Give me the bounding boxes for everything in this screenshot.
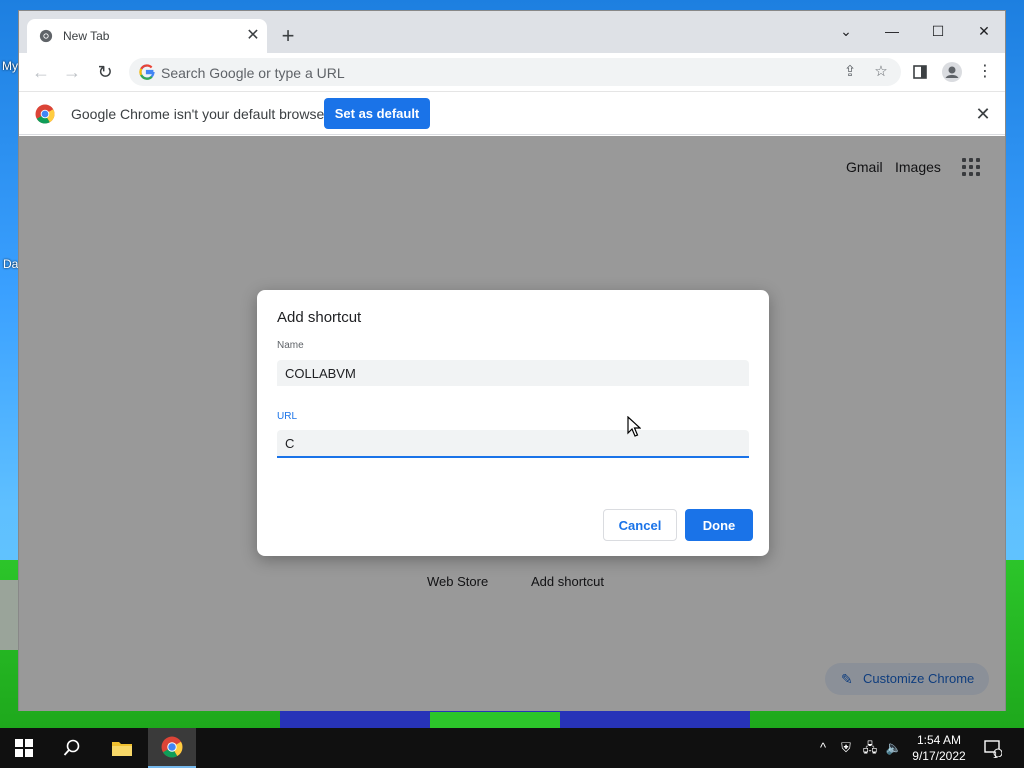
infobar-close-icon[interactable]: ✕ [973, 104, 993, 124]
show-hidden-icons-chevron-icon[interactable]: ^ [814, 739, 832, 757]
address-bar[interactable]: Search Google or type a URL ⇪ ☆ [129, 58, 901, 86]
clock-date: 9/17/2022 [912, 749, 966, 763]
infobar-message: Google Chrome isn't your default browser [71, 106, 329, 122]
back-arrow-icon[interactable]: ← [30, 61, 52, 83]
wallpaper-shape [430, 712, 560, 728]
share-icon[interactable]: ⇪ [841, 63, 859, 81]
network-icon[interactable]: 🖧 [861, 739, 879, 757]
desktop-icon-label[interactable]: My [2, 59, 18, 73]
mouse-pointer-icon [627, 416, 641, 437]
chrome-icon [161, 736, 183, 758]
reload-icon[interactable]: ↻ [94, 61, 116, 83]
start-button[interactable] [0, 728, 48, 768]
default-browser-infobar: Google Chrome isn't your default browser… [19, 91, 1005, 135]
windows-logo-icon [15, 739, 33, 757]
file-explorer-button[interactable] [98, 728, 146, 768]
notification-count: 1 [993, 750, 999, 760]
tab-close-icon[interactable]: ✕ [243, 26, 263, 46]
name-input[interactable] [277, 360, 749, 386]
address-bar-placeholder: Search Google or type a URL [161, 65, 345, 81]
tab-title: New Tab [63, 29, 110, 43]
new-tab-page: Gmail Images Web Store Add shortcut ✎ Cu… [19, 136, 1005, 711]
taskbar: ^ ⛨ 🖧 🔈 1:54 AM 9/17/2022 1 [0, 728, 1024, 768]
done-button[interactable]: Done [685, 509, 753, 541]
search-icon [63, 739, 80, 756]
profile-avatar-icon[interactable] [942, 62, 962, 82]
google-g-icon [139, 64, 155, 80]
name-label: Name [277, 340, 304, 351]
folder-icon [112, 742, 132, 756]
defender-shield-icon[interactable]: ⛨ [837, 739, 855, 757]
url-label: URL [277, 411, 298, 422]
chrome-icon [39, 29, 53, 43]
clock-time: 1:54 AM [916, 733, 962, 747]
bookmark-star-icon[interactable]: ☆ [872, 63, 890, 81]
new-tab-button[interactable]: + [277, 25, 299, 47]
minimize-button[interactable]: — [869, 17, 915, 45]
search-button[interactable] [48, 728, 96, 768]
cancel-button[interactable]: Cancel [603, 509, 677, 541]
maximize-button[interactable]: ☐ [915, 17, 961, 45]
menu-kebab-icon[interactable]: ⋮ [975, 62, 995, 82]
clock[interactable]: 1:54 AM 9/17/2022 [900, 732, 978, 764]
url-input[interactable] [277, 430, 749, 458]
tab-search-icon[interactable]: ⌄ [823, 17, 869, 45]
forward-arrow-icon[interactable]: → [61, 61, 83, 83]
side-panel-icon[interactable] [910, 62, 930, 82]
desktop-icon-label[interactable]: Da [3, 257, 18, 271]
chrome-window: New Tab ✕ + ⌄ — ☐ ✕ ← → ↻ Search Google … [18, 10, 1006, 711]
tab-strip: New Tab ✕ + ⌄ — ☐ ✕ [19, 11, 1005, 53]
chrome-taskbar-button[interactable] [148, 728, 196, 768]
set-as-default-button[interactable]: Set as default [324, 98, 430, 129]
tab-new-tab[interactable]: New Tab ✕ [27, 19, 267, 53]
toolbar: ← → ↻ Search Google or type a URL ⇪ ☆ ⋮ [19, 53, 1005, 91]
close-window-button[interactable]: ✕ [961, 17, 1007, 45]
wallpaper-rock [0, 580, 20, 650]
dialog-title: Add shortcut [277, 309, 362, 326]
add-shortcut-dialog: Add shortcut Name URL Cancel Done [257, 290, 769, 556]
chrome-logo-icon [35, 104, 55, 124]
